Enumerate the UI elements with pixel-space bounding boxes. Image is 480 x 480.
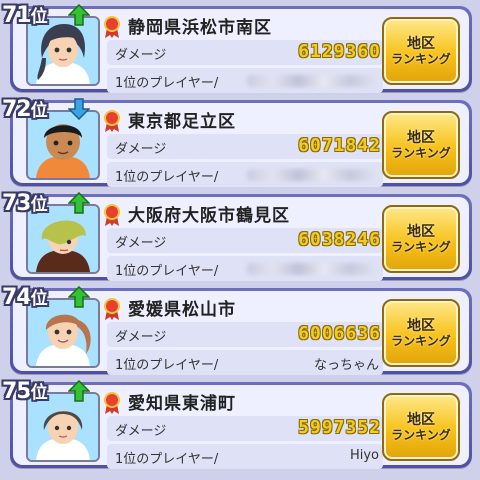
- blurred-player-name: [247, 263, 375, 275]
- ranking-list: 71位 静岡県浜松市南区 ダメージ 6129360 1位のプレイヤー/ 地区 ラ…: [0, 0, 480, 480]
- blurred-player-name: [247, 169, 375, 181]
- damage-value: 6071842: [298, 135, 381, 156]
- region-ranking-button[interactable]: 地区 ランキング: [382, 299, 460, 367]
- rank-number: 74位: [2, 285, 48, 310]
- medal-icon: [104, 298, 120, 320]
- trend-up-arrow-icon: [68, 4, 90, 26]
- medal-icon: [104, 392, 120, 414]
- medal-icon: [104, 110, 120, 132]
- ranking-row: 73位 大阪府大阪市鶴見区 ダメージ 6038246 1位のプレイヤー/ 地区 …: [2, 191, 472, 281]
- top-player-line: 1位のプレイヤー/ なっちゃん: [107, 350, 383, 375]
- damage-line: ダメージ 6038246: [107, 228, 383, 253]
- damage-value: 6129360: [298, 41, 381, 62]
- region-name: 静岡県浜松市南区: [128, 18, 272, 38]
- blurred-player-name: [247, 75, 375, 87]
- top-player-label: 1位のプレイヤー/: [115, 358, 219, 373]
- damage-label: ダメージ: [115, 236, 167, 251]
- medal-icon: [104, 204, 120, 226]
- damage-line: ダメージ 5997352: [107, 416, 383, 441]
- damage-value: 6006636: [298, 323, 381, 344]
- top-player-line: 1位のプレイヤー/ Hiyo: [107, 444, 383, 469]
- medal-icon: [104, 16, 120, 38]
- trend-up-arrow-icon: [68, 380, 90, 402]
- top-player-label: 1位のプレイヤー/: [115, 76, 219, 91]
- rank-number: 75位: [2, 379, 48, 404]
- ranking-row: 72位 東京都足立区 ダメージ 6071842 1位のプレイヤー/ 地区 ランキ…: [2, 97, 472, 187]
- damage-line: ダメージ 6006636: [107, 322, 383, 347]
- top-player-name: なっちゃん: [313, 358, 379, 373]
- region-ranking-button[interactable]: 地区 ランキング: [382, 17, 460, 85]
- damage-value: 6038246: [298, 229, 381, 250]
- top-player-label: 1位のプレイヤー/: [115, 452, 219, 467]
- rank-number: 71位: [2, 3, 48, 28]
- top-player-name: Hiyo: [349, 448, 379, 463]
- trend-up-arrow-icon: [68, 286, 90, 308]
- top-player-line: 1位のプレイヤー/: [107, 256, 383, 281]
- region-name: 愛知県東浦町: [128, 394, 236, 414]
- region-ranking-button[interactable]: 地区 ランキング: [382, 393, 460, 461]
- damage-value: 5997352: [298, 417, 381, 438]
- top-player-line: 1位のプレイヤー/: [107, 162, 383, 187]
- damage-label: ダメージ: [115, 424, 167, 439]
- damage-label: ダメージ: [115, 330, 167, 345]
- ranking-row: 74位 愛媛県松山市 ダメージ 6006636 1位のプレイヤー/ なっちゃん …: [2, 285, 472, 375]
- damage-line: ダメージ 6129360: [107, 40, 383, 65]
- damage-line: ダメージ 6071842: [107, 134, 383, 159]
- trend-down-arrow-icon: [68, 98, 90, 120]
- damage-label: ダメージ: [115, 48, 167, 63]
- region-name: 愛媛県松山市: [128, 300, 236, 320]
- ranking-row: 71位 静岡県浜松市南区 ダメージ 6129360 1位のプレイヤー/ 地区 ラ…: [2, 3, 472, 93]
- top-player-label: 1位のプレイヤー/: [115, 264, 219, 279]
- trend-up-arrow-icon: [68, 192, 90, 214]
- rank-number: 73位: [2, 191, 48, 216]
- region-name: 大阪府大阪市鶴見区: [128, 206, 290, 226]
- region-ranking-button[interactable]: 地区 ランキング: [382, 205, 460, 273]
- damage-label: ダメージ: [115, 142, 167, 157]
- top-player-label: 1位のプレイヤー/: [115, 170, 219, 185]
- ranking-row: 75位 愛知県東浦町 ダメージ 5997352 1位のプレイヤー/ Hiyo 地…: [2, 379, 472, 469]
- rank-number: 72位: [2, 97, 48, 122]
- region-ranking-button[interactable]: 地区 ランキング: [382, 111, 460, 179]
- region-name: 東京都足立区: [128, 112, 236, 132]
- top-player-line: 1位のプレイヤー/: [107, 68, 383, 93]
